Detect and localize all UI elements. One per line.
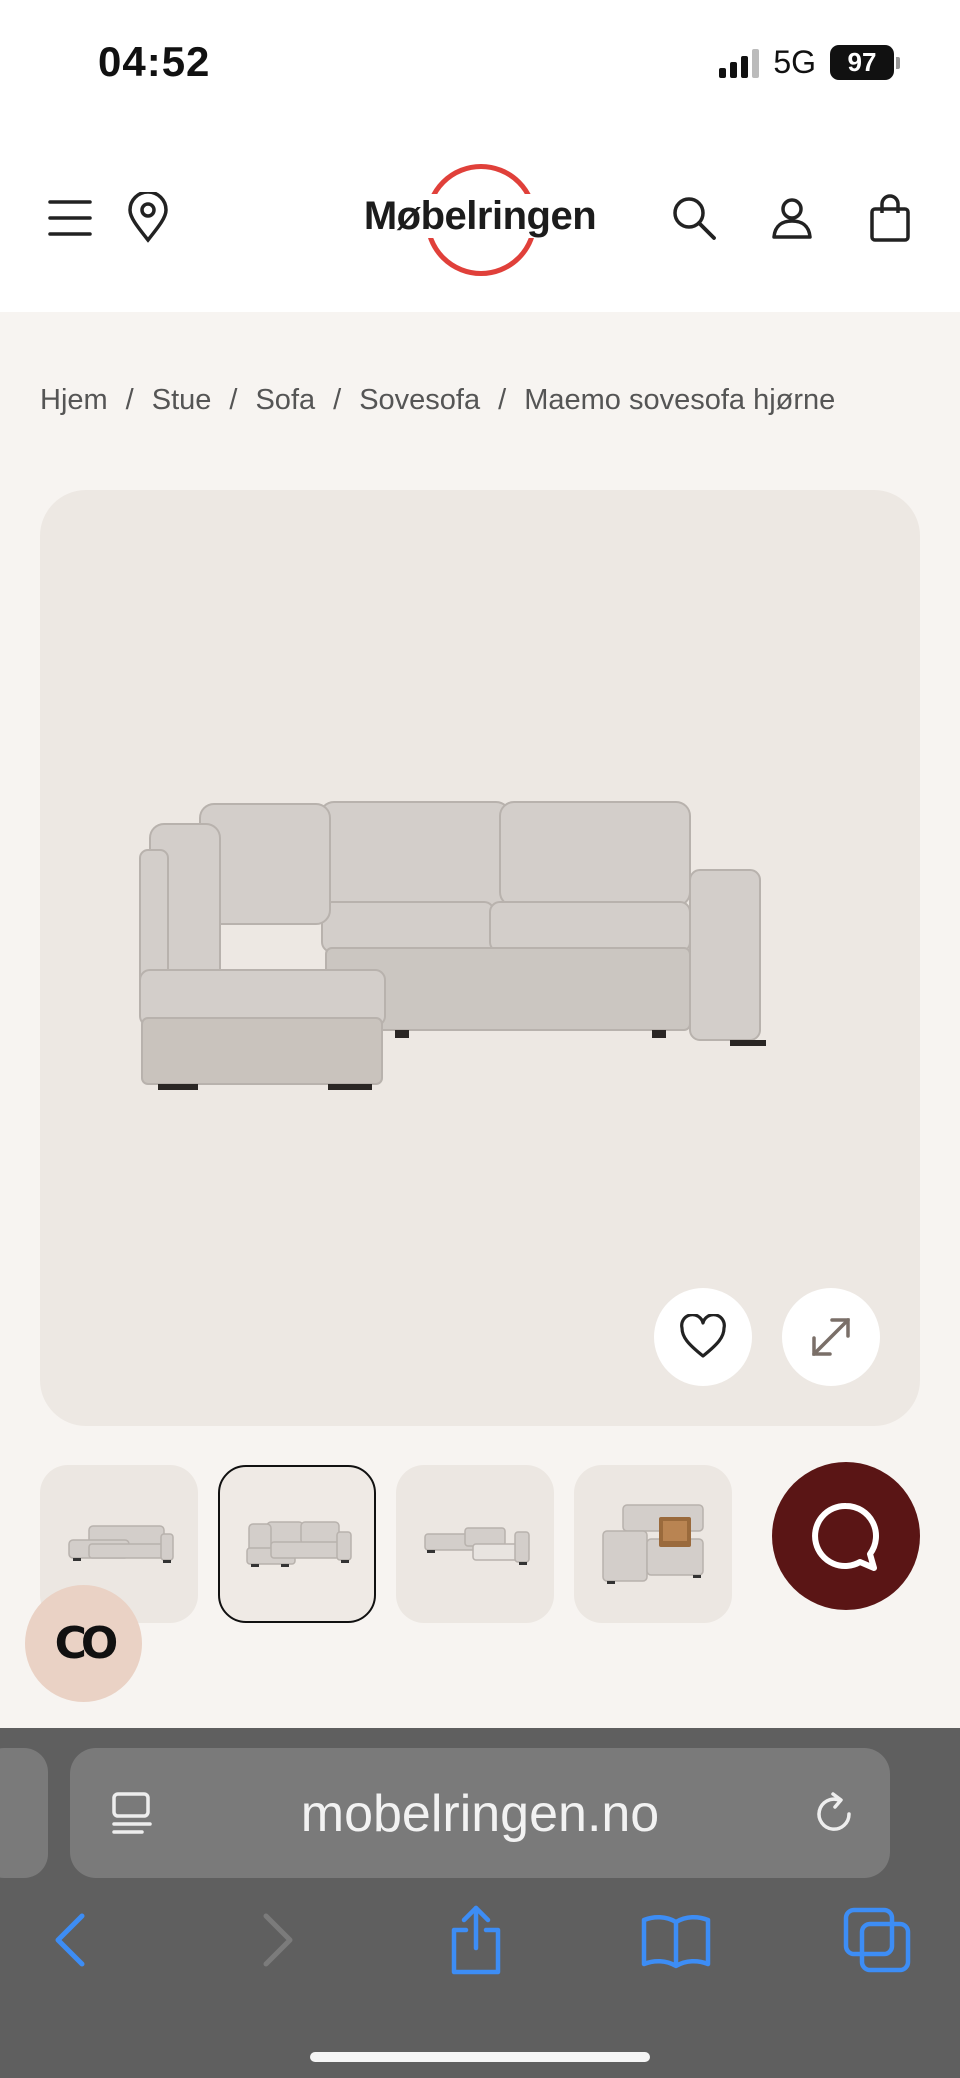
search-icon[interactable] [664, 188, 724, 248]
share-button[interactable] [436, 1900, 516, 1980]
home-indicator[interactable] [310, 2052, 650, 2062]
chat-bubble-icon [812, 1502, 879, 1571]
forward-button[interactable] [238, 1900, 318, 1980]
sofa-front-view-image [246, 1521, 352, 1567]
product-image-corner-sofa [139, 801, 766, 1090]
breadcrumb-separator: / [229, 384, 238, 416]
heart-icon [680, 1314, 726, 1358]
location-pin-icon[interactable] [118, 188, 178, 248]
battery-level: 97 [830, 45, 894, 80]
back-icon [55, 1913, 85, 1967]
signal-icon [719, 48, 760, 78]
thumbnail-2[interactable] [218, 1465, 376, 1623]
back-button[interactable] [30, 1900, 110, 1980]
sofa-storage-view-image [602, 1504, 704, 1584]
breadcrumb-item-sofa[interactable]: Sofa [255, 384, 315, 416]
network-label: 5G [773, 44, 816, 80]
breadcrumb-separator: / [498, 384, 507, 416]
breadcrumb: Hjem / Stue / Sofa / Sovesofa / Maemo sovesofa h… [40, 384, 835, 417]
expand-icon [812, 1318, 850, 1356]
co-widget-button[interactable]: CO [25, 1585, 142, 1702]
product-image-gallery[interactable] [40, 490, 920, 1426]
share-icon [451, 1905, 501, 1975]
co-widget-label: CO [54, 1618, 119, 1669]
forward-icon [263, 1913, 293, 1967]
url-text: mobelringen.no [300, 1785, 660, 1843]
bookmarks-icon [641, 1915, 711, 1969]
user-icon[interactable] [762, 188, 822, 248]
site-header: Møbelringen [0, 130, 960, 312]
battery-icon: 97 [830, 45, 900, 80]
browser-chrome: mobelringen.no [0, 1728, 960, 2078]
thumbnail-4[interactable] [574, 1465, 732, 1623]
status-time: 04:52 [98, 38, 211, 85]
thumbnail-3[interactable] [396, 1465, 554, 1623]
tabs-button[interactable] [838, 1900, 918, 1980]
fullscreen-button[interactable] [782, 1288, 880, 1386]
sofa-bed-open-view-image [424, 1527, 530, 1565]
address-bar[interactable]: mobelringen.no [70, 1748, 890, 1878]
breadcrumb-item-stue[interactable]: Stue [152, 384, 212, 416]
status-indicators: 5G 97 [719, 44, 900, 81]
chat-button[interactable] [772, 1462, 920, 1610]
status-bar: 04:52 5G 97 [0, 0, 960, 130]
breadcrumb-separator: / [125, 384, 134, 416]
brand-logo[interactable]: Møbelringen [330, 150, 630, 290]
tabs-icon [843, 1907, 911, 1973]
breadcrumb-separator: / [333, 384, 342, 416]
breadcrumb-item-sovesofa[interactable]: Sovesofa [359, 384, 480, 416]
bookmarks-button[interactable] [636, 1900, 716, 1980]
favorite-button[interactable] [654, 1288, 752, 1386]
sofa-angle-view-image [68, 1525, 174, 1563]
thumbnail-strip [40, 1465, 732, 1623]
breadcrumb-item-current: Maemo sovesofa hjørne [524, 384, 836, 416]
logo-text: Møbelringen [359, 194, 601, 238]
menu-icon[interactable] [40, 188, 100, 248]
shopping-bag-icon[interactable] [860, 188, 920, 248]
previous-tab-preview[interactable] [0, 1748, 48, 1878]
breadcrumb-item-hjem[interactable]: Hjem [40, 384, 108, 416]
reload-icon[interactable] [806, 1786, 862, 1842]
